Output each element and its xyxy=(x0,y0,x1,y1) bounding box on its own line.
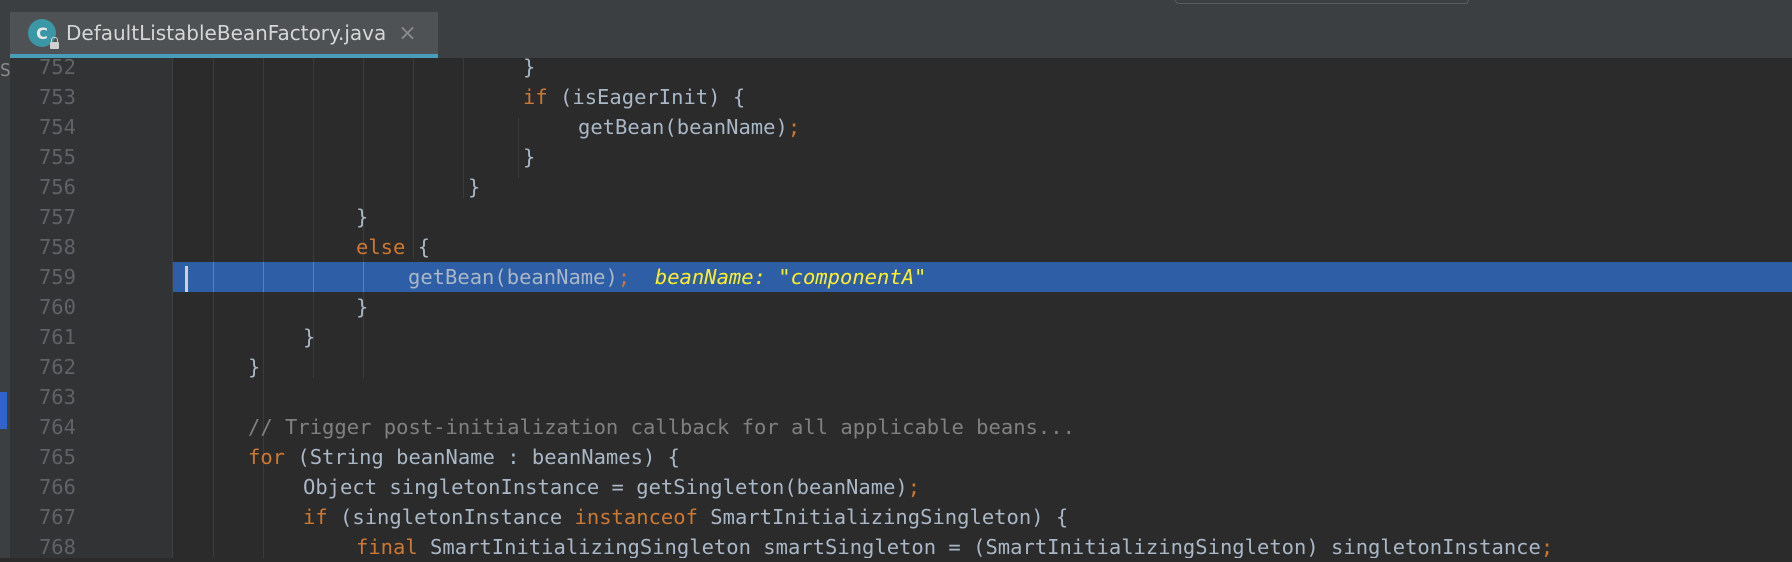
line-number: 757 xyxy=(38,205,76,229)
code-line-text: Object singletonInstance = getSingleton(… xyxy=(303,472,920,502)
line-number: 763 xyxy=(38,385,76,409)
code-line-text: } xyxy=(356,202,368,232)
code-line-text: } xyxy=(248,352,260,382)
code-line-text: getBean(beanName); beanName: "componentA… xyxy=(408,262,926,292)
line-number: 761 xyxy=(38,325,76,349)
code-token: ; xyxy=(1540,535,1554,558)
keyword-token: instanceof xyxy=(574,505,698,529)
lock-icon xyxy=(50,37,59,49)
code-token: ; xyxy=(787,115,801,139)
comment-token: // Trigger post-initialization callback … xyxy=(248,415,1075,439)
code-line-text: } xyxy=(468,172,480,202)
code-line[interactable]: if (isEagerInit) { xyxy=(173,82,1792,112)
code-token: } xyxy=(303,325,316,349)
line-number: 755 xyxy=(38,145,76,169)
close-icon[interactable]: × xyxy=(398,21,416,46)
line-number: 760 xyxy=(38,295,76,319)
code-line[interactable]: if (singletonInstance instanceof SmartIn… xyxy=(173,502,1792,532)
indent-guide xyxy=(263,262,264,292)
code-line[interactable]: } xyxy=(173,352,1792,382)
project-tool-strip: S xyxy=(0,0,10,558)
code-token: getBean(beanName) xyxy=(408,265,618,289)
tool-strip-selection-marker xyxy=(0,392,7,429)
code-line[interactable]: Object singletonInstance = getSingleton(… xyxy=(173,472,1792,502)
code-line[interactable]: else { xyxy=(173,232,1792,262)
code-token: (String beanName : beanNames) { xyxy=(285,445,680,469)
tab-label: DefaultListableBeanFactory.java xyxy=(66,21,387,45)
line-number: 756 xyxy=(38,175,76,199)
line-number: 753 xyxy=(38,85,76,109)
line-number: 765 xyxy=(38,445,76,469)
tool-strip-glyph: S xyxy=(0,60,10,81)
indent-guide xyxy=(213,262,214,292)
code-token: } xyxy=(356,205,369,229)
code-token: SmartInitializingSingleton smartSingleto… xyxy=(417,535,1541,558)
code-line[interactable]: } xyxy=(173,58,1792,82)
indent-guide xyxy=(363,262,364,292)
class-icon-letter: C xyxy=(36,23,48,43)
code-editor[interactable]: } if (isEagerInit) {getBean(beanName);}}}… xyxy=(173,58,1792,558)
code-token: { xyxy=(405,235,431,259)
code-line-text: } xyxy=(303,322,315,352)
code-token: (isEagerInit) { xyxy=(547,85,746,109)
code-line[interactable]: } xyxy=(173,142,1792,172)
code-line[interactable]: } xyxy=(173,292,1792,322)
current-execution-line[interactable]: getBean(beanName); beanName: "componentA… xyxy=(173,262,1792,292)
line-number: 766 xyxy=(38,475,76,499)
code-line-text: // Trigger post-initialization callback … xyxy=(248,412,1075,442)
code-line-text: if (singletonInstance instanceof SmartIn… xyxy=(303,502,1068,532)
code-token: } xyxy=(523,58,536,79)
line-number: 754 xyxy=(38,115,76,139)
code-line[interactable]: } xyxy=(173,322,1792,352)
indent-guide xyxy=(313,262,314,292)
line-number: 762 xyxy=(38,355,76,379)
code-token: Object singletonInstance = getSingleton(… xyxy=(303,475,908,499)
code-line-text: if (isEagerInit) { xyxy=(523,82,745,112)
code-line[interactable]: } xyxy=(173,202,1792,232)
code-line[interactable] xyxy=(173,382,1792,412)
text-caret xyxy=(185,266,188,292)
code-line-text: for (String beanName : beanNames) { xyxy=(248,442,680,472)
code-line-text: } xyxy=(523,142,535,172)
code-token: ; xyxy=(617,265,631,289)
keyword-token: if xyxy=(523,85,548,109)
code-line[interactable]: for (String beanName : beanNames) { xyxy=(173,442,1792,472)
line-number: 759 xyxy=(38,265,76,289)
code-line[interactable]: } xyxy=(173,172,1792,202)
code-line-text: else { xyxy=(356,232,430,262)
code-line-text: final SmartInitializingSingleton smartSi… xyxy=(356,532,1553,558)
code-line-text: } xyxy=(356,292,368,322)
code-token: } xyxy=(468,175,481,199)
code-token: } xyxy=(356,295,369,319)
code-line-text: } xyxy=(523,58,535,82)
code-token: } xyxy=(523,145,536,169)
inline-debug-value: beanName: "componentA" xyxy=(630,265,927,289)
keyword-token: final xyxy=(356,535,418,558)
line-number: 752 xyxy=(38,55,76,79)
code-line[interactable]: getBean(beanName); xyxy=(173,112,1792,142)
keyword-token: else xyxy=(356,235,406,259)
code-token: (singletonInstance xyxy=(327,505,575,529)
code-token: } xyxy=(248,355,261,379)
line-number: 764 xyxy=(38,415,76,439)
java-class-icon: C xyxy=(28,19,59,49)
code-line[interactable]: final SmartInitializingSingleton smartSi… xyxy=(173,532,1792,558)
code-line[interactable]: // Trigger post-initialization callback … xyxy=(173,412,1792,442)
line-number: 758 xyxy=(38,235,76,259)
keyword-token: for xyxy=(248,445,286,469)
line-number-gutter[interactable]: 752 753 754 755 756 757 758 759 760 761 762 763 764 7… xyxy=(10,55,173,559)
search-field-edge[interactable] xyxy=(1175,0,1469,4)
keyword-token: if xyxy=(303,505,328,529)
code-token: SmartInitializingSingleton) { xyxy=(697,505,1069,529)
code-token: getBean(beanName) xyxy=(578,115,788,139)
code-line-text: getBean(beanName); xyxy=(578,112,800,142)
code-token: ; xyxy=(907,475,921,499)
line-number: 767 xyxy=(38,505,76,529)
